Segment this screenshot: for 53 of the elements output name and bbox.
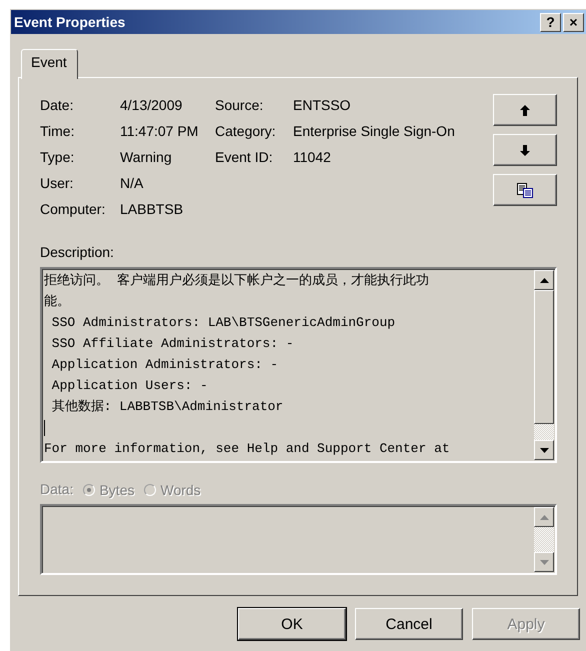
field-value: LABBTSB xyxy=(120,201,184,217)
window-title: Event Properties xyxy=(14,14,126,30)
field-label: Time: xyxy=(40,123,76,139)
scroll-down-button[interactable] xyxy=(534,440,554,460)
field-value: 11042 xyxy=(293,149,332,165)
description-line: 能。 xyxy=(44,293,71,311)
up-triangle-icon xyxy=(540,278,548,282)
scroll-thumb[interactable] xyxy=(534,290,554,424)
description-label: Description: xyxy=(40,244,114,260)
description-line: SSO Administrators: LAB\BTSGenericAdminGroup xyxy=(50,314,396,332)
description-line: 其他数据: LABBTSB\Administrator xyxy=(50,398,284,416)
field-value: 11:47:07 PM xyxy=(120,123,200,139)
description-text-box[interactable] xyxy=(40,267,557,463)
field-value: Enterprise Single Sign-On xyxy=(293,123,455,139)
field-label: Source: xyxy=(215,97,264,113)
description-line: SSO Affiliate Administrators: - xyxy=(50,335,295,353)
scrollbar[interactable] xyxy=(534,506,555,573)
description-line: Application Administrators: - xyxy=(50,356,280,374)
dialog-button[interactable]: Cancel xyxy=(355,608,463,640)
description-line: 拒绝访问。 客户端用户必须是以下帐户之一的成员，才能执行此功 xyxy=(44,272,430,290)
data-text-box[interactable] xyxy=(40,504,557,575)
down-triangle-icon xyxy=(540,560,548,564)
dialog-button[interactable]: OK xyxy=(238,608,346,640)
up-arrow-button[interactable] xyxy=(493,94,557,126)
text-caret xyxy=(44,420,45,436)
description-line: Application Users: - xyxy=(50,377,209,395)
field-label: Type: xyxy=(40,149,76,165)
field-value: N/A xyxy=(120,175,144,191)
up-arrow-icon xyxy=(520,104,530,116)
field-label: Event ID: xyxy=(215,149,274,165)
field-value: Warning xyxy=(120,149,173,165)
field-label: Computer: xyxy=(40,201,106,217)
field-value: 4/13/2009 xyxy=(120,97,184,113)
field-label: User: xyxy=(40,175,74,191)
copy-button[interactable] xyxy=(493,174,557,206)
data-label: Data: xyxy=(40,481,74,497)
title-bar-button[interactable]: × xyxy=(563,12,584,32)
scroll-up-button[interactable] xyxy=(534,507,554,527)
scroll-up-button[interactable] xyxy=(534,270,554,290)
title-bar-button[interactable]: ? xyxy=(540,12,561,32)
up-triangle-icon xyxy=(540,514,548,520)
field-label: Date: xyxy=(40,97,74,113)
down-triangle-icon xyxy=(540,448,548,452)
field-label: Category: xyxy=(215,123,277,139)
field-value: ENTSSO xyxy=(293,97,352,113)
scroll-track[interactable] xyxy=(534,424,554,440)
tab[interactable]: Event xyxy=(21,49,78,79)
down-arrow-button[interactable] xyxy=(493,134,557,166)
description-line: For more information, see Help and Support Center at xyxy=(44,440,451,458)
down-arrow-icon xyxy=(520,144,530,156)
copy-icon xyxy=(517,182,533,198)
scrollbar[interactable] xyxy=(534,269,555,461)
scroll-down-button[interactable] xyxy=(534,552,554,572)
